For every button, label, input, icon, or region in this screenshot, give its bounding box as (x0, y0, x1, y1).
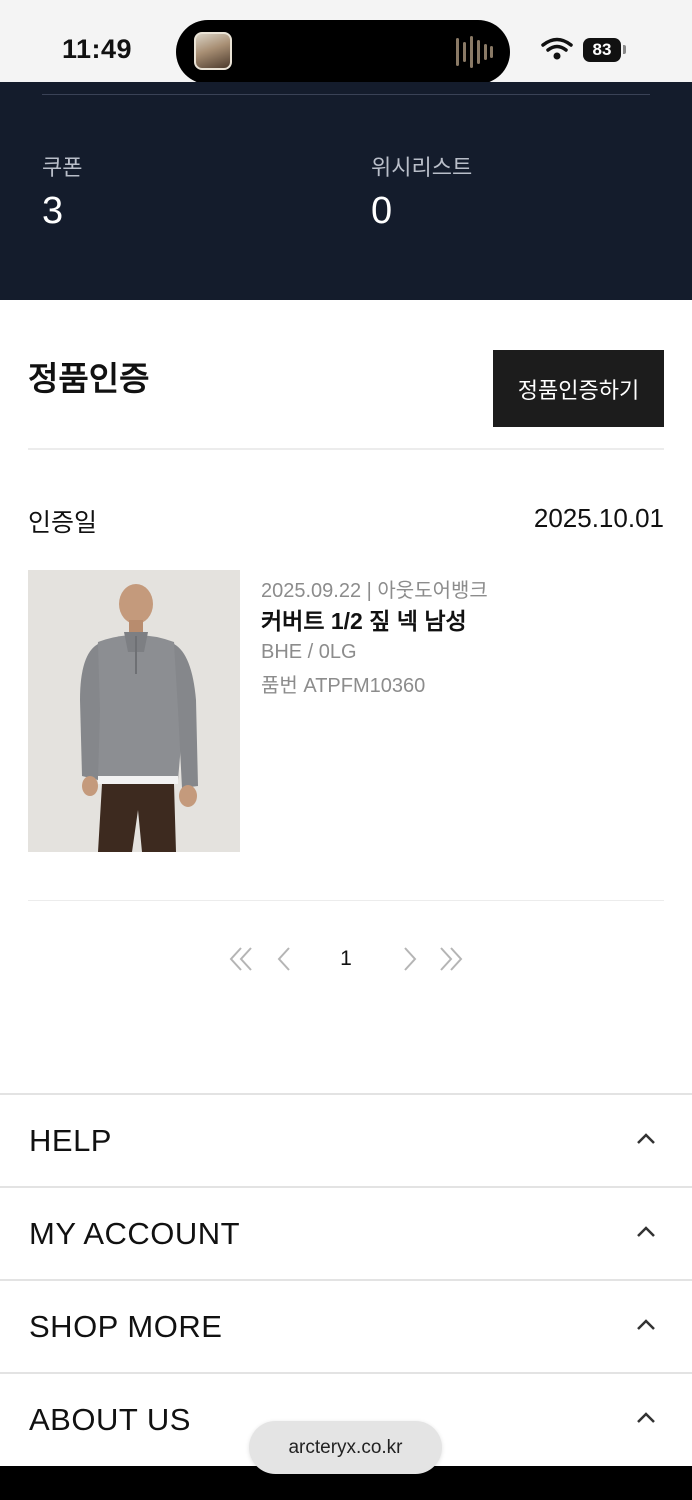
chevron-up-icon (637, 1319, 655, 1330)
footer-section-label: ABOUT US (29, 1402, 191, 1437)
certification-date-value: 2025.10.01 (533, 503, 664, 533)
product-purchase-info: 2025.09.22 | 아웃도어뱅크 (261, 580, 488, 602)
battery-icon: 83 (583, 38, 621, 62)
now-playing-thumbnail (194, 32, 232, 70)
footer-section-my-account[interactable]: MY ACCOUNT (0, 1186, 692, 1280)
coupon-label: 쿠폰 (42, 155, 83, 180)
product-name[interactable]: 커버트 1/2 짚 넥 남성 (261, 602, 467, 636)
chevron-up-icon (637, 1133, 655, 1144)
double-chevron-right-icon[interactable] (436, 944, 466, 974)
status-time: 11:49 (62, 34, 133, 64)
product-image[interactable] (28, 570, 240, 852)
coupon-count[interactable]: 3 (42, 190, 63, 233)
chevron-left-icon[interactable] (270, 944, 300, 974)
page-number[interactable]: 1 (333, 947, 359, 971)
certification-date-label: 인증일 (28, 509, 98, 537)
audio-wave-icon (456, 36, 493, 68)
wishlist-label: 위시리스트 (371, 155, 473, 180)
chevron-up-icon (637, 1412, 655, 1423)
wifi-icon (541, 37, 573, 60)
chevron-right-icon[interactable] (394, 944, 424, 974)
verify-authenticity-button[interactable]: 정품인증하기 (493, 350, 664, 427)
footer-section-shop-more[interactable]: SHOP MORE (0, 1279, 692, 1373)
battery-tip (623, 45, 626, 54)
list-divider (28, 900, 664, 901)
footer-section-label: MY ACCOUNT (29, 1216, 241, 1251)
dynamic-island[interactable] (176, 20, 510, 84)
account-summary-panel: 쿠폰 3 위시리스트 0 (0, 82, 692, 300)
section-title: 정품인증 (28, 360, 150, 397)
double-chevron-left-icon[interactable] (226, 944, 256, 974)
product-option: BHE / 0LG (261, 641, 357, 663)
footer-section-label: SHOP MORE (29, 1309, 223, 1344)
browser-url-pill[interactable]: arcteryx.co.kr (249, 1421, 442, 1474)
wishlist-count[interactable]: 0 (371, 190, 392, 233)
footer-section-help[interactable]: HELP (0, 1093, 692, 1187)
product-photo (28, 570, 240, 852)
footer-section-label: HELP (29, 1123, 112, 1158)
section-divider (28, 448, 664, 450)
product-code: 품번 ATPFM10360 (261, 675, 426, 697)
status-bar: 11:49 83 (0, 0, 692, 84)
summary-divider (42, 94, 650, 95)
chevron-up-icon (637, 1226, 655, 1237)
